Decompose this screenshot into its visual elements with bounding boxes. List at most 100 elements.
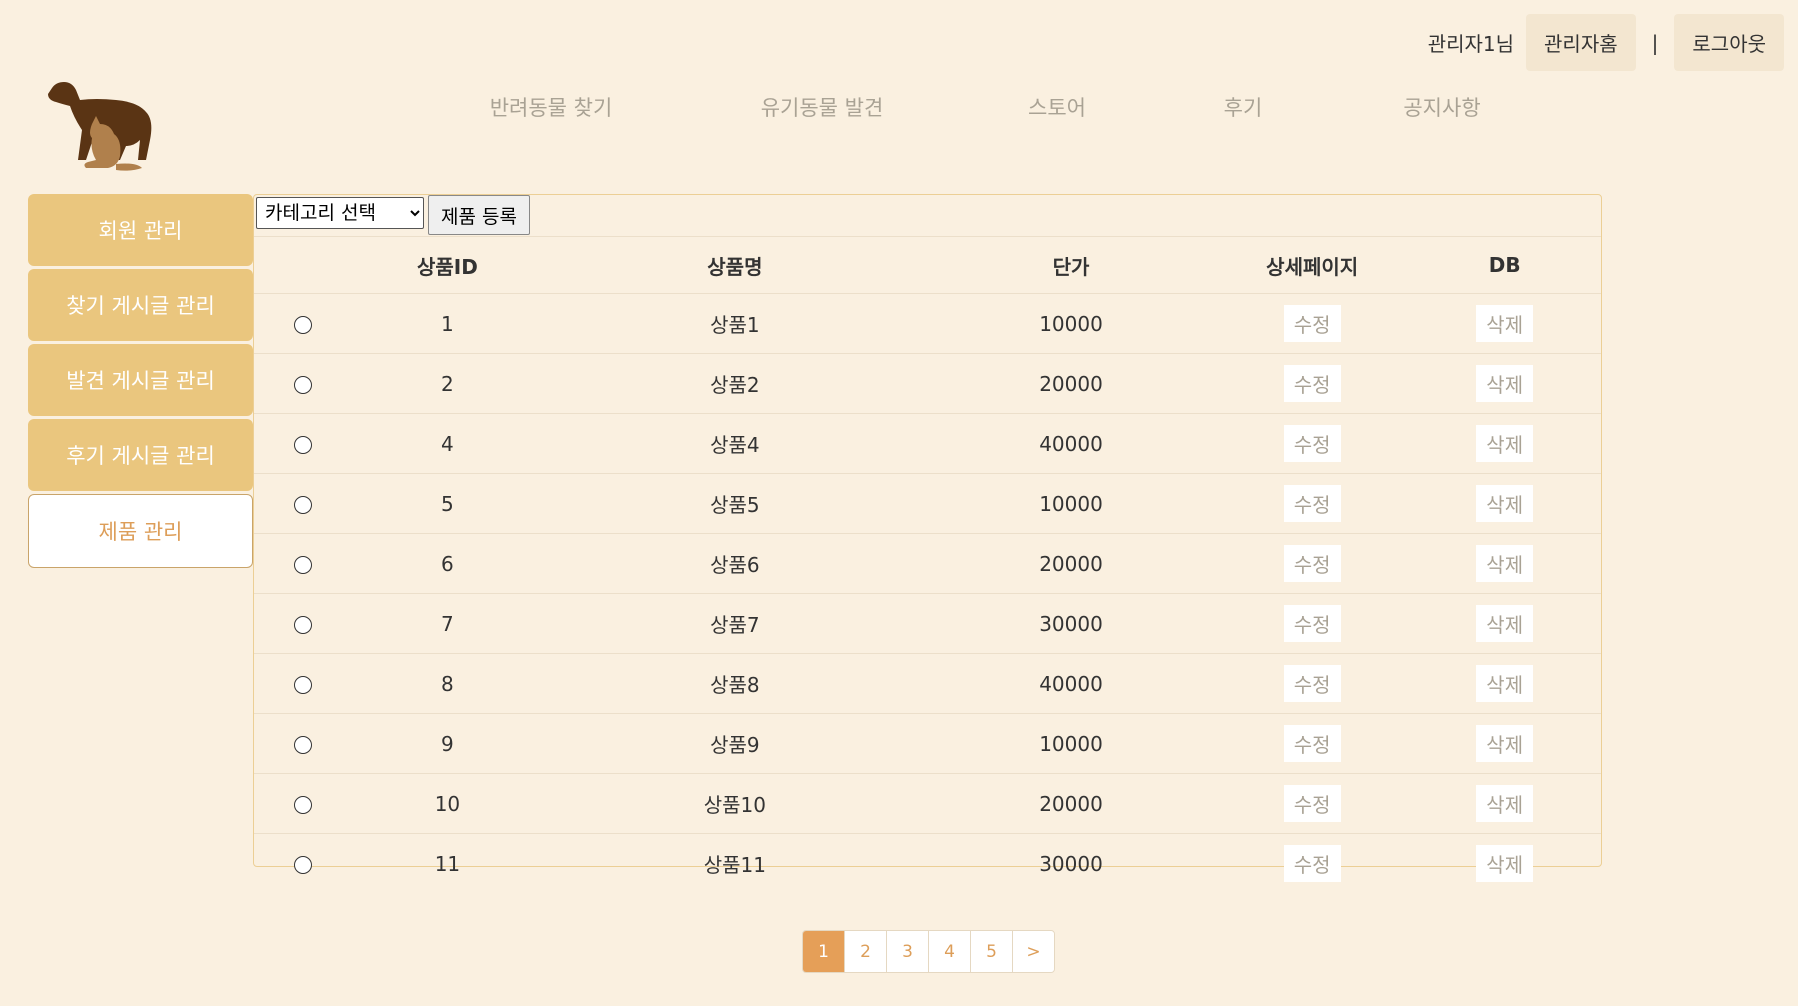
- row-select-cell: [254, 533, 352, 594]
- sidebar-item-found-posts[interactable]: 발견 게시글 관리: [28, 344, 253, 416]
- delete-button[interactable]: 삭제: [1476, 365, 1534, 402]
- product-price: 40000: [926, 413, 1216, 474]
- delete-button[interactable]: 삭제: [1476, 425, 1534, 462]
- edit-button[interactable]: 수정: [1283, 725, 1341, 762]
- next-page-button[interactable]: >: [1013, 931, 1054, 972]
- delete-button[interactable]: 삭제: [1476, 725, 1534, 762]
- register-product-button[interactable]: 제품 등록: [428, 195, 530, 235]
- product-name: 상품6: [543, 533, 927, 594]
- nav-reviews[interactable]: 후기: [1224, 92, 1263, 122]
- row-radio[interactable]: [293, 436, 312, 454]
- row-radio[interactable]: [293, 856, 312, 874]
- page-4[interactable]: 4: [929, 931, 971, 972]
- detail-cell: 수정: [1215, 413, 1409, 474]
- main-nav: 반려동물 찾기 유기동물 발견 스토어 후기 공지사항: [0, 92, 1798, 122]
- product-id: 7: [351, 593, 544, 654]
- page-2[interactable]: 2: [845, 931, 887, 972]
- product-id: 2: [351, 353, 544, 414]
- detail-cell: 수정: [1215, 653, 1409, 714]
- edit-button[interactable]: 수정: [1283, 485, 1341, 522]
- row-radio[interactable]: [293, 676, 312, 694]
- product-name: 상품9: [543, 713, 927, 774]
- page-3[interactable]: 3: [887, 931, 929, 972]
- table-row: 5 상품5 10000 수정 삭제: [254, 473, 1601, 534]
- header-db: DB: [1408, 236, 1601, 294]
- row-select-cell: [254, 413, 352, 474]
- page-1[interactable]: 1: [803, 931, 845, 972]
- sidebar-item-review-posts[interactable]: 후기 게시글 관리: [28, 419, 253, 491]
- row-select-cell: [254, 833, 352, 893]
- edit-button[interactable]: 수정: [1283, 305, 1341, 342]
- user-greeting: 관리자1님: [1427, 32, 1515, 56]
- toolbar: 카테고리 선택 제품 등록: [256, 195, 530, 235]
- product-id: 5: [351, 473, 544, 534]
- table-row: 7 상품7 30000 수정 삭제: [254, 593, 1601, 654]
- product-price: 10000: [926, 293, 1216, 354]
- row-radio[interactable]: [293, 376, 312, 394]
- header-product-id: 상품ID: [351, 236, 544, 294]
- row-select-cell: [254, 653, 352, 714]
- product-price: 30000: [926, 593, 1216, 654]
- table-row: 9 상품9 10000 수정 삭제: [254, 713, 1601, 774]
- edit-button[interactable]: 수정: [1283, 545, 1341, 582]
- edit-button[interactable]: 수정: [1283, 845, 1341, 882]
- pagination: 1 2 3 4 5 >: [802, 930, 1055, 973]
- row-radio[interactable]: [293, 736, 312, 754]
- row-radio[interactable]: [293, 796, 312, 814]
- sidebar-item-find-posts[interactable]: 찾기 게시글 관리: [28, 269, 253, 341]
- admin-home-button[interactable]: 관리자홈: [1526, 14, 1636, 71]
- product-price: 40000: [926, 653, 1216, 714]
- delete-button[interactable]: 삭제: [1476, 485, 1534, 522]
- table-header-row: 상품ID 상품명 단가 상세페이지 DB: [254, 236, 1601, 294]
- table-row: 1 상품1 10000 수정 삭제: [254, 293, 1601, 354]
- product-id: 9: [351, 713, 544, 774]
- table-row: 2 상품2 20000 수정 삭제: [254, 353, 1601, 414]
- product-price: 20000: [926, 353, 1216, 414]
- db-cell: 삭제: [1408, 713, 1601, 774]
- delete-button[interactable]: 삭제: [1476, 545, 1534, 582]
- category-select[interactable]: 카테고리 선택: [256, 197, 424, 229]
- detail-cell: 수정: [1215, 713, 1409, 774]
- edit-button[interactable]: 수정: [1283, 365, 1341, 402]
- delete-button[interactable]: 삭제: [1476, 665, 1534, 702]
- admin-sidebar: 회원 관리 찾기 게시글 관리 발견 게시글 관리 후기 게시글 관리 제품 관…: [28, 194, 253, 571]
- product-panel: 카테고리 선택 제품 등록 상품ID 상품명 단가 상세페이지 DB 1 상품1 1…: [253, 194, 1602, 893]
- row-select-cell: [254, 353, 352, 414]
- detail-cell: 수정: [1215, 473, 1409, 534]
- nav-store[interactable]: 스토어: [1028, 92, 1086, 122]
- edit-button[interactable]: 수정: [1283, 665, 1341, 702]
- sidebar-item-members[interactable]: 회원 관리: [28, 194, 253, 266]
- row-radio[interactable]: [293, 616, 312, 634]
- page-5[interactable]: 5: [971, 931, 1013, 972]
- db-cell: 삭제: [1408, 773, 1601, 834]
- nav-find-pet[interactable]: 반려동물 찾기: [490, 92, 613, 122]
- row-radio[interactable]: [293, 556, 312, 574]
- row-radio[interactable]: [293, 316, 312, 334]
- product-price: 10000: [926, 473, 1216, 534]
- product-id: 10: [351, 773, 544, 834]
- delete-button[interactable]: 삭제: [1476, 605, 1534, 642]
- edit-button[interactable]: 수정: [1283, 425, 1341, 462]
- nav-found-animal[interactable]: 유기동물 발견: [761, 92, 884, 122]
- detail-cell: 수정: [1215, 773, 1409, 834]
- detail-cell: 수정: [1215, 593, 1409, 654]
- product-id: 1: [351, 293, 544, 354]
- product-name: 상품11: [543, 833, 927, 893]
- db-cell: 삭제: [1408, 353, 1601, 414]
- delete-button[interactable]: 삭제: [1476, 845, 1534, 882]
- delete-button[interactable]: 삭제: [1476, 305, 1534, 342]
- sidebar-item-products[interactable]: 제품 관리: [28, 494, 253, 568]
- product-name: 상품4: [543, 413, 927, 474]
- detail-cell: 수정: [1215, 293, 1409, 354]
- product-price: 20000: [926, 773, 1216, 834]
- header-product-name: 상품명: [543, 236, 927, 294]
- product-id: 4: [351, 413, 544, 474]
- edit-button[interactable]: 수정: [1283, 605, 1341, 642]
- db-cell: 삭제: [1408, 593, 1601, 654]
- nav-notices[interactable]: 공지사항: [1403, 92, 1480, 122]
- edit-button[interactable]: 수정: [1283, 785, 1341, 822]
- logout-button[interactable]: 로그아웃: [1674, 14, 1784, 71]
- detail-cell: 수정: [1215, 533, 1409, 594]
- row-radio[interactable]: [293, 496, 312, 514]
- delete-button[interactable]: 삭제: [1476, 785, 1534, 822]
